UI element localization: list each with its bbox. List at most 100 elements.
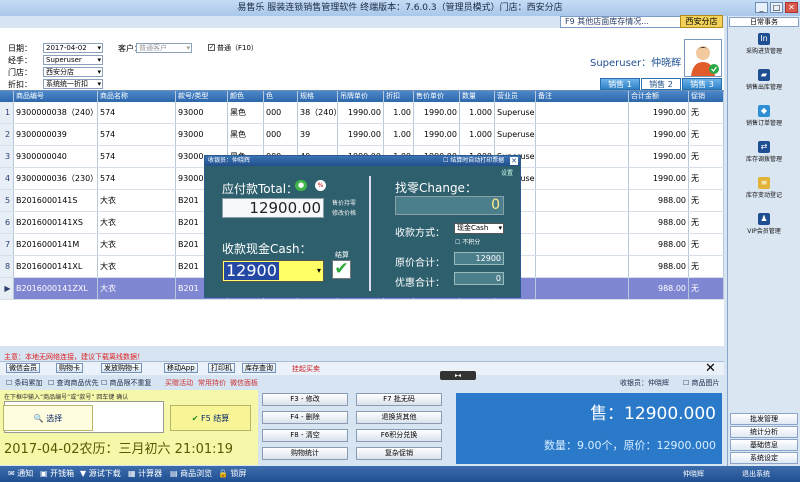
common-price-link[interactable]: 常用持价 [198, 378, 226, 388]
issue-card-button[interactable]: 发放购物卡 [101, 363, 142, 373]
col-header[interactable]: 商品名称 [98, 91, 176, 102]
table-cell[interactable]: 93000 [176, 124, 228, 145]
no-points-check[interactable]: ☐ 不积分 [455, 237, 480, 246]
table-cell[interactable]: 无 [689, 256, 724, 277]
check-query-first[interactable]: ☐ 查询商品优先 [48, 378, 99, 388]
close-panel-icon[interactable]: ✕ [705, 362, 716, 375]
table-cell[interactable]: 9300000040 [14, 146, 98, 167]
gift-activity-link[interactable]: 买赠活动 [165, 378, 193, 388]
download-button[interactable]: ▼ 源试下载 [80, 466, 121, 482]
table-cell[interactable]: 1990.00 [414, 124, 460, 145]
wechat-panel-link[interactable]: 微信面板 [230, 378, 258, 388]
table-cell[interactable] [536, 190, 629, 211]
col-header[interactable]: 款号/类型 [176, 91, 228, 102]
table-cell[interactable]: Superuser [495, 102, 536, 123]
sidebar-item-purchase[interactable]: In 采购进货管理 [728, 33, 800, 63]
table-cell[interactable]: 1990.00 [338, 124, 384, 145]
col-header[interactable]: 商品编号 [14, 91, 98, 102]
check-barcode-add[interactable]: ☐ 条码累加 [6, 378, 43, 388]
delete-button[interactable]: F4 - 删除 [262, 411, 348, 424]
store-select[interactable]: 西安分店 [43, 67, 103, 77]
clear-button[interactable]: F8 - 清空 [262, 429, 348, 442]
points-button[interactable]: F6积分兑换 [356, 429, 442, 442]
operator-select[interactable]: Superuser [43, 55, 103, 65]
cash-drawer-button[interactable]: ▣ 开钱箱 [40, 466, 74, 482]
settings-button[interactable]: 系统设定 [730, 452, 798, 464]
col-header[interactable]: 颜色 [228, 91, 264, 102]
col-header[interactable]: 售价单价 [414, 91, 460, 102]
check-no-repeat[interactable]: ☐ 商品限不重复 [101, 378, 152, 388]
table-cell[interactable]: B2016000141ZXL [14, 278, 98, 299]
auto-print-check[interactable]: ☐ 结算时自动打印票据 [443, 156, 504, 166]
exchange-button[interactable]: 退换货其他 [356, 411, 442, 424]
col-header[interactable]: 规格 [298, 91, 338, 102]
sidebar-item-vip[interactable]: ♟ VIP会员管理 [728, 213, 800, 243]
table-cell[interactable]: 1990.00 [629, 168, 689, 189]
col-header[interactable]: 营业员 [495, 91, 536, 102]
table-cell[interactable] [536, 168, 629, 189]
table-cell[interactable]: 无 [689, 146, 724, 167]
table-cell[interactable]: B2016000141M [14, 234, 98, 255]
sidebar-item-inventory[interactable]: ≡ 库存变动登记 [728, 177, 800, 207]
printer-button[interactable]: 打印机 [208, 363, 235, 373]
exit-button[interactable]: 退出系统 [742, 466, 770, 482]
wholesale-button[interactable]: 批发管理 [730, 413, 798, 425]
minimize-button[interactable]: _ [755, 2, 768, 13]
settle-checkbox[interactable]: ✔ [332, 260, 351, 279]
table-cell[interactable]: 大衣 [98, 234, 176, 255]
customer-field[interactable]: 普通客户 [136, 43, 192, 53]
no-code-button[interactable]: F7 批无码 [356, 393, 442, 406]
table-cell[interactable]: 1.00 [384, 124, 414, 145]
table-row[interactable]: 2 9300000039 574 93000 黑色 000 39 1990.00 1.00 199… [0, 124, 724, 146]
table-cell[interactable]: 黑色 [228, 102, 264, 123]
table-cell[interactable]: 000 [264, 124, 298, 145]
table-cell[interactable]: 1.000 [460, 102, 495, 123]
cash-input[interactable]: 12900 ▾ [222, 260, 324, 282]
table-cell[interactable]: 大衣 [98, 212, 176, 233]
payment-method-select[interactable]: 现金Cash ▾ [454, 223, 504, 234]
stats-button[interactable]: 统计分析 [730, 426, 798, 438]
table-cell[interactable]: 1990.00 [629, 124, 689, 145]
col-header[interactable]: 折扣 [384, 91, 414, 102]
table-cell[interactable]: 574 [98, 168, 176, 189]
dialog-close-icon[interactable]: ✕ [510, 157, 518, 165]
table-cell[interactable] [536, 278, 629, 299]
discount-icon[interactable]: % [315, 180, 326, 191]
table-cell[interactable] [536, 234, 629, 255]
table-row[interactable]: 1 9300000038（240） 574 93000 黑色 000 38（240） 1990… [0, 102, 724, 124]
col-header[interactable]: 吊牌单价 [338, 91, 384, 102]
tab-sale-3[interactable]: 销售 3 [682, 78, 722, 90]
table-cell[interactable]: 大衣 [98, 278, 176, 299]
date-field[interactable]: 2017-04-02 [43, 43, 103, 53]
table-cell[interactable] [536, 124, 629, 145]
basic-info-button[interactable]: 基础信息 [730, 439, 798, 451]
table-cell[interactable]: 574 [98, 124, 176, 145]
table-cell[interactable] [536, 212, 629, 233]
table-cell[interactable] [536, 256, 629, 277]
notice-button[interactable]: ✉ 通知 [8, 466, 33, 482]
wechat-icon[interactable]: ● [295, 180, 307, 191]
table-cell[interactable]: 93000 [176, 102, 228, 123]
table-cell[interactable]: 000 [264, 102, 298, 123]
table-cell[interactable] [536, 146, 629, 167]
table-cell[interactable] [536, 102, 629, 123]
hold-sale-link[interactable]: 挂起买卖 [292, 364, 320, 374]
table-cell[interactable]: 9300000036（230） [14, 168, 98, 189]
table-cell[interactable]: 574 [98, 102, 176, 123]
promo-button[interactable]: 复杂促销 [356, 447, 442, 460]
wechat-member-button[interactable]: 微信会员 [6, 363, 40, 373]
table-cell[interactable]: 988.00 [629, 212, 689, 233]
table-cell[interactable]: 无 [689, 168, 724, 189]
table-cell[interactable]: 无 [689, 234, 724, 255]
table-cell[interactable]: 9300000038（240） [14, 102, 98, 123]
table-cell[interactable]: 1.00 [384, 102, 414, 123]
table-cell[interactable]: B2016000141XL [14, 256, 98, 277]
table-cell[interactable]: 大衣 [98, 256, 176, 277]
stock-query-button[interactable]: 库存查询 [242, 363, 276, 373]
table-cell[interactable]: Superuser [495, 124, 536, 145]
normal-checkbox[interactable]: ✓ [208, 44, 215, 51]
table-cell[interactable]: 大衣 [98, 190, 176, 211]
table-cell[interactable]: 988.00 [629, 256, 689, 277]
round-note[interactable]: 售价持零 [332, 198, 356, 207]
table-cell[interactable]: 39 [298, 124, 338, 145]
